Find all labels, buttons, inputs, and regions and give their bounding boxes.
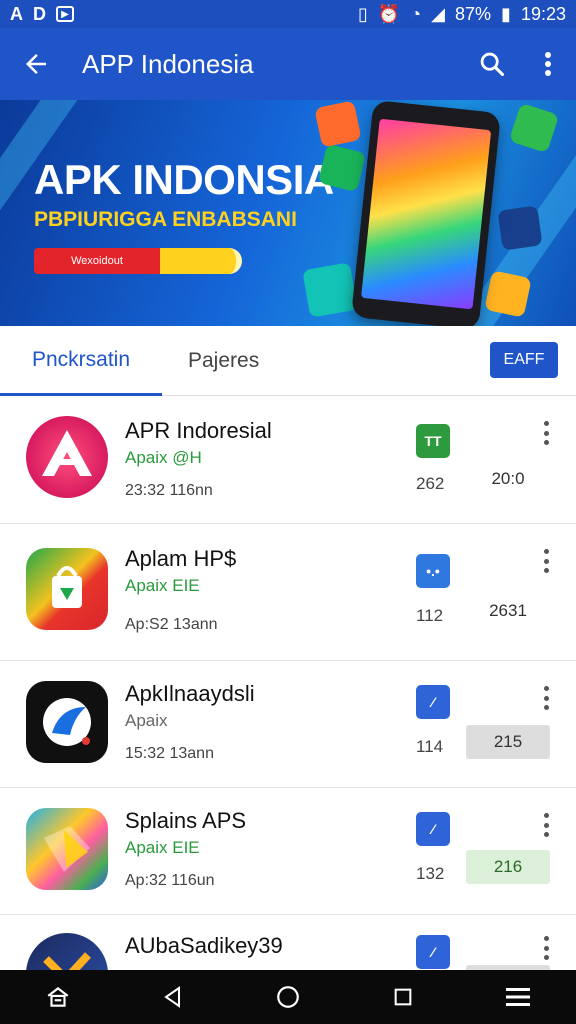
- app-badge-icon: TT: [416, 424, 450, 458]
- app-value: 2631: [489, 601, 527, 620]
- app-value: 216: [466, 850, 550, 884]
- signal-icon: ◢: [431, 3, 446, 24]
- wifi-icon: ◔: [410, 3, 422, 24]
- arrow-left-icon: [26, 54, 46, 74]
- app-name: ApkIlnaaydsli: [125, 681, 255, 706]
- more-options-button[interactable]: [520, 28, 576, 100]
- back-triangle-icon: [164, 986, 180, 1008]
- notification-icon-a: A: [10, 3, 23, 24]
- system-nav-bar: [0, 970, 576, 1024]
- status-bar: A D ▶ ▯ ⏰ ◔ ◢ 87% ▮ 19:23: [0, 0, 576, 28]
- floating-app-icon: [484, 270, 532, 318]
- app-icon: [26, 933, 108, 970]
- app-icon: [26, 808, 108, 890]
- phone-screen: [361, 118, 492, 310]
- app-meta: Ap:S2 13ann: [125, 616, 218, 633]
- app-logo-icon: [44, 826, 90, 872]
- app-list-item[interactable]: Aplam HP$ Apaix EIE Ap:S2 13ann •.• 112 …: [0, 524, 576, 661]
- app-count: 262: [416, 474, 445, 493]
- app-value: 20:0: [491, 469, 525, 488]
- app-badge-icon: ⁄: [416, 812, 450, 846]
- app-subtitle: Apaix @H: [125, 448, 202, 467]
- floating-app-icon: [302, 262, 358, 318]
- app-bar-title: APP Indonesia: [82, 48, 254, 79]
- app-count: 132: [416, 864, 445, 883]
- app-list-item[interactable]: AUbaSadikey39 ⁄: [0, 915, 576, 970]
- app-subtitle: Apaix EIE: [125, 576, 200, 595]
- floating-app-icon: [497, 205, 543, 251]
- row-more-button[interactable]: [536, 683, 556, 713]
- app-list-item[interactable]: Splains APS Apaix EIE Ap:32 116un ⁄ 132 …: [0, 788, 576, 915]
- banner-subtitle: PBPIURIGGA ENBABSANI: [34, 208, 297, 231]
- nav-menu-button[interactable]: [488, 970, 548, 1024]
- battery-percent: 87%: [455, 3, 492, 24]
- row-more-button[interactable]: [536, 933, 556, 963]
- banner-button[interactable]: Wexoidout: [34, 248, 160, 274]
- app-subtitle: Apaix EIE: [125, 838, 200, 857]
- floating-app-icon: [508, 102, 560, 154]
- nav-home-button[interactable]: [28, 970, 88, 1024]
- home-icon: [47, 986, 69, 1007]
- app-list-item[interactable]: APR Indoresial Apaix @H 23:32 116nn TT 2…: [0, 396, 576, 524]
- app-icon: [26, 681, 108, 763]
- notification-icon-d: D: [33, 3, 46, 24]
- row-more-button[interactable]: [536, 810, 556, 840]
- status-right-icons: ▯ ⏰ ◔ ◢ 87% ▮ 19:23: [358, 4, 566, 25]
- banner-progress-bar: [160, 248, 242, 274]
- play-icon: ▶: [56, 6, 74, 22]
- app-badge-icon: ⁄: [416, 935, 450, 969]
- app-name: Splains APS: [125, 808, 247, 833]
- app-count: 112: [416, 606, 444, 625]
- battery-icon: ▮: [501, 3, 511, 24]
- app-value: 215: [466, 725, 550, 759]
- app-meta: 15:32 13ann: [125, 745, 214, 762]
- row-more-button[interactable]: [536, 546, 556, 576]
- promo-banner[interactable]: APK INDONSIA PBPIURIGGA ENBABSANI Wexoid…: [0, 100, 576, 326]
- app-icon: [26, 416, 108, 498]
- back-button[interactable]: [0, 28, 72, 100]
- app-list-item[interactable]: ApkIlnaaydsli Apaix 15:32 13ann ⁄ 114 21…: [0, 661, 576, 788]
- nav-recents-button[interactable]: [373, 970, 433, 1024]
- more-vert-icon: [545, 52, 551, 76]
- app-badge-icon: ⁄: [416, 685, 450, 719]
- row-more-button[interactable]: [536, 418, 556, 448]
- tab-active[interactable]: Pnckrsatin: [0, 326, 162, 396]
- app-logo-icon: [42, 430, 92, 476]
- app-count: 114: [416, 737, 444, 756]
- home-circle-icon: [277, 986, 299, 1008]
- clock: 19:23: [520, 3, 566, 24]
- vibrate-icon: ▯: [357, 3, 368, 24]
- tab-action-button[interactable]: EAFF: [490, 342, 558, 378]
- shopping-bag-icon: [52, 566, 82, 608]
- alarm-icon: ⏰: [377, 3, 401, 24]
- app-name: AUbaSadikey39: [125, 933, 283, 958]
- app-badge-icon: •.•: [416, 554, 450, 588]
- recents-square-icon: [394, 988, 412, 1006]
- phone-illustration: [350, 100, 502, 326]
- app-logo-icon: [43, 952, 91, 970]
- banner-title: APK INDONSIA: [34, 156, 334, 203]
- app-list: APR Indoresial Apaix @H 23:32 116nn TT 2…: [0, 396, 576, 970]
- search-button[interactable]: [464, 28, 520, 100]
- app-meta: Ap:32 116un: [125, 872, 215, 889]
- app-bar: APP Indonesia: [0, 28, 576, 100]
- nav-back-button[interactable]: [143, 970, 203, 1024]
- menu-icon: [506, 988, 531, 1006]
- app-name: APR Indoresial: [125, 418, 272, 443]
- app-meta: 23:32 116nn: [125, 482, 213, 499]
- app-logo-icon: [43, 698, 91, 746]
- floating-app-icon: [314, 100, 362, 148]
- app-name: Aplam HP$: [125, 546, 237, 571]
- tab-inactive[interactable]: Pajeres: [188, 326, 259, 396]
- status-left-icons: A D ▶: [10, 4, 74, 25]
- tab-bar: Pnckrsatin Pajeres EAFF: [0, 326, 576, 396]
- app-icon: [26, 548, 108, 630]
- app-subtitle: Apaix: [125, 711, 168, 730]
- nav-center-button[interactable]: [258, 970, 318, 1024]
- search-icon: [480, 52, 505, 77]
